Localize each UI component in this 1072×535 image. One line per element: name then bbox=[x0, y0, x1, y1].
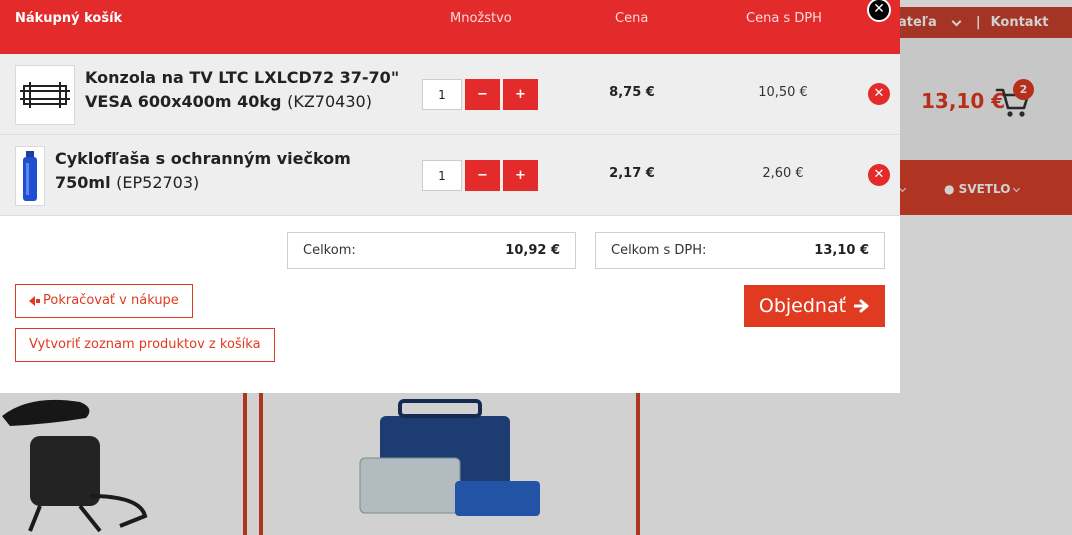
order-button[interactable]: Objednať bbox=[744, 285, 885, 327]
column-price: Cena bbox=[615, 11, 649, 26]
remove-item-icon[interactable]: ✕ bbox=[868, 164, 890, 186]
modal-header: Nákupný košík Množstvo Cena Cena s DPH bbox=[0, 0, 900, 54]
tv-mount-icon bbox=[20, 82, 70, 108]
quantity-increase-button[interactable]: + bbox=[503, 160, 538, 191]
total-box: Celkom: 10,92 € bbox=[287, 232, 576, 269]
create-list-button[interactable]: Vytvoriť zoznam produktov z košíka bbox=[15, 328, 275, 362]
total-vat-box: Celkom s DPH: 13,10 € bbox=[595, 232, 885, 269]
column-price-vat: Cena s DPH bbox=[746, 11, 822, 26]
product-thumbnail[interactable] bbox=[15, 146, 45, 206]
arrow-right-icon bbox=[853, 299, 869, 313]
item-price-vat: 10,50 € bbox=[758, 85, 808, 100]
product-thumbnail[interactable] bbox=[15, 65, 75, 125]
total-value: 10,92 € bbox=[505, 243, 560, 258]
quantity-decrease-button[interactable]: − bbox=[465, 79, 500, 110]
cart-item-row: Cyklofľaša s ochranným viečkom 750ml (EP… bbox=[0, 135, 900, 216]
bottle-icon bbox=[23, 151, 37, 201]
product-code: (KZ70430) bbox=[287, 92, 372, 111]
quantity-increase-button[interactable]: + bbox=[503, 79, 538, 110]
quantity-decrease-button[interactable]: − bbox=[465, 160, 500, 191]
arrow-left-icon bbox=[29, 295, 35, 306]
total-label: Celkom: bbox=[303, 243, 356, 258]
total-vat-value: 13,10 € bbox=[814, 243, 869, 258]
product-name[interactable]: Cyklofľaša s ochranným viečkom 750ml (EP… bbox=[55, 147, 385, 195]
modal-title: Nákupný košík bbox=[15, 11, 123, 26]
total-vat-label: Celkom s DPH: bbox=[611, 243, 707, 258]
order-label: Objednať bbox=[758, 295, 847, 317]
continue-shopping-label: Pokračovať v nákupe bbox=[43, 293, 179, 308]
item-price: 8,75 € bbox=[609, 85, 655, 100]
remove-item-icon[interactable]: ✕ bbox=[868, 83, 890, 105]
quantity-input[interactable] bbox=[422, 79, 462, 110]
product-code: (EP52703) bbox=[116, 173, 200, 192]
product-name[interactable]: Konzola na TV LTC LXLCD72 37-70" VESA 60… bbox=[85, 66, 415, 114]
item-price-vat: 2,60 € bbox=[762, 166, 804, 181]
cart-item-row: Konzola na TV LTC LXLCD72 37-70" VESA 60… bbox=[0, 54, 900, 135]
product-title[interactable]: Cyklofľaša s ochranným viečkom 750ml bbox=[55, 149, 351, 192]
column-quantity: Množstvo bbox=[450, 11, 512, 26]
continue-shopping-button[interactable]: Pokračovať v nákupe bbox=[15, 284, 193, 318]
quantity-input[interactable] bbox=[422, 160, 462, 191]
cart-modal: Nákupný košík Množstvo Cena Cena s DPH K… bbox=[0, 0, 900, 393]
item-price: 2,17 € bbox=[609, 166, 655, 181]
